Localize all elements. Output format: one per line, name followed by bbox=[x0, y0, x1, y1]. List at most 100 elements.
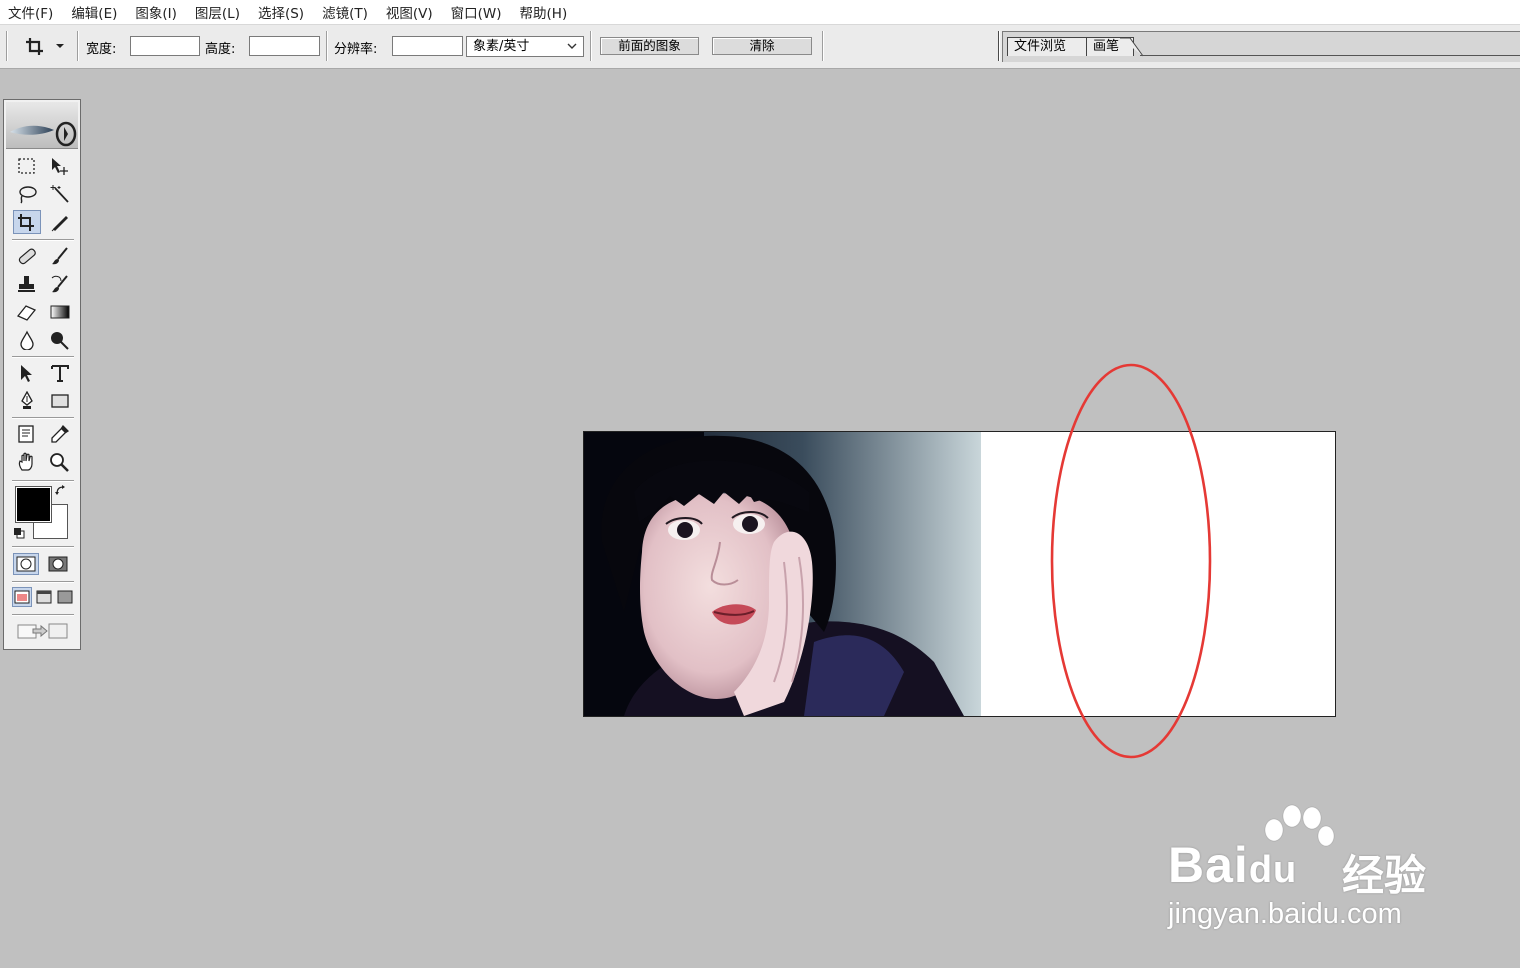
adobe-online-icon bbox=[10, 121, 77, 147]
magic-wand-tool[interactable] bbox=[46, 182, 74, 206]
water-drop-icon bbox=[20, 330, 34, 350]
slice-icon bbox=[51, 216, 68, 232]
standard-mode-button[interactable] bbox=[13, 553, 39, 575]
resolution-unit-select[interactable]: 象素/英寸 bbox=[466, 36, 584, 57]
marquee-tool[interactable] bbox=[13, 154, 41, 178]
type-icon bbox=[51, 365, 69, 382]
menu-view[interactable]: 视图(V) bbox=[377, 2, 442, 22]
pen-tool[interactable] bbox=[13, 389, 41, 413]
blur-tool[interactable] bbox=[13, 328, 41, 352]
menu-bar: 文件(F) 编辑(E) 图象(I) 图层(L) 选择(S) 滤镜(T) 视图(V… bbox=[0, 0, 1520, 25]
watermark-brand: Baidu bbox=[1168, 837, 1298, 893]
move-tool[interactable] bbox=[46, 154, 74, 178]
portrait-photo bbox=[584, 432, 981, 716]
lasso-icon bbox=[19, 186, 37, 204]
menu-edit[interactable]: 编辑(E) bbox=[62, 2, 126, 22]
height-label: 高度: bbox=[205, 42, 236, 57]
toolbox-separator bbox=[12, 356, 74, 357]
tab-slant-edge bbox=[1120, 37, 1144, 57]
dodge-tool[interactable] bbox=[46, 328, 74, 352]
chevron-down-icon bbox=[566, 39, 578, 59]
rectangular-marquee-icon bbox=[18, 158, 35, 174]
toolbox-separator bbox=[12, 239, 74, 240]
brush-icon bbox=[52, 247, 68, 265]
magnifier-icon bbox=[50, 453, 69, 472]
lasso-tool[interactable] bbox=[13, 182, 41, 206]
eraser-icon bbox=[16, 305, 37, 321]
menu-help[interactable]: 帮助(H) bbox=[511, 2, 577, 22]
arrow-cursor-icon bbox=[21, 365, 32, 382]
brush-tool[interactable] bbox=[46, 244, 74, 268]
magic-wand-icon bbox=[50, 185, 69, 203]
paw-logo-icon bbox=[1264, 804, 1335, 847]
stamp-icon bbox=[18, 276, 35, 292]
eyedropper-icon bbox=[51, 424, 70, 443]
canvas-photo bbox=[584, 432, 981, 716]
width-label: 宽度: bbox=[86, 42, 117, 57]
swap-colors-icon[interactable] bbox=[54, 484, 68, 498]
standard-mode-icon bbox=[16, 556, 36, 572]
clone-stamp-tool[interactable] bbox=[13, 272, 41, 296]
tool-preset-picker[interactable] bbox=[24, 34, 68, 58]
gradient-tool[interactable] bbox=[46, 300, 74, 324]
document-canvas[interactable] bbox=[583, 431, 1336, 717]
resolution-unit-value: 象素/英寸 bbox=[473, 39, 530, 54]
type-tool[interactable] bbox=[46, 361, 74, 385]
bandage-icon bbox=[18, 248, 36, 265]
clear-button[interactable]: 清除 bbox=[712, 37, 812, 55]
rectangle-shape-icon bbox=[51, 394, 69, 408]
dodge-icon bbox=[51, 332, 69, 350]
eraser-tool[interactable] bbox=[13, 300, 41, 324]
menu-window[interactable]: 窗口(W) bbox=[442, 2, 511, 22]
screen-mode-fullscreen[interactable] bbox=[55, 587, 75, 607]
menu-image[interactable]: 图象(I) bbox=[126, 2, 186, 22]
standard-window-icon bbox=[14, 590, 30, 604]
height-field[interactable] bbox=[249, 36, 320, 56]
toolbox bbox=[3, 99, 81, 650]
toolbox-separator bbox=[12, 417, 74, 418]
slice-tool[interactable] bbox=[46, 210, 74, 234]
hand-icon bbox=[18, 452, 33, 471]
screen-mode-standard[interactable] bbox=[12, 587, 32, 607]
toolbox-header[interactable] bbox=[6, 102, 78, 149]
options-separator bbox=[77, 31, 78, 61]
screen-mode-fullscreen-menu[interactable] bbox=[34, 587, 54, 607]
foreground-color-swatch[interactable] bbox=[15, 486, 52, 523]
zoom-tool[interactable] bbox=[46, 450, 74, 474]
note-icon bbox=[18, 425, 34, 443]
history-brush-icon bbox=[51, 275, 68, 293]
menu-layer[interactable]: 图层(L) bbox=[186, 2, 249, 22]
resolution-label: 分辨率: bbox=[334, 42, 378, 57]
shape-tool[interactable] bbox=[46, 389, 74, 413]
hand-tool[interactable] bbox=[13, 450, 41, 474]
options-grip[interactable] bbox=[6, 31, 7, 61]
resolution-field[interactable] bbox=[392, 36, 463, 56]
path-selection-tool[interactable] bbox=[13, 361, 41, 385]
options-bar: 宽度: 高度: 分辨率: 象素/英寸 前面的图象 清除 文件浏览 画笔 bbox=[0, 25, 1520, 69]
menu-filter[interactable]: 滤镜(T) bbox=[313, 2, 377, 22]
width-field[interactable] bbox=[130, 36, 200, 56]
toolbox-separator bbox=[12, 480, 74, 481]
jump-to-imageready-button[interactable] bbox=[14, 619, 72, 643]
crop-tool[interactable] bbox=[13, 210, 41, 234]
front-image-button[interactable]: 前面的图象 bbox=[600, 37, 699, 55]
menu-select[interactable]: 选择(S) bbox=[249, 2, 313, 22]
palette-well-baseline bbox=[1140, 55, 1520, 56]
quick-mask-button[interactable] bbox=[45, 553, 71, 575]
history-brush-tool[interactable] bbox=[46, 272, 74, 296]
eyedropper-tool[interactable] bbox=[46, 422, 74, 446]
watermark-url: jingyan.baidu.com bbox=[1168, 898, 1402, 930]
move-icon bbox=[52, 158, 68, 175]
gradient-icon bbox=[50, 305, 70, 319]
tab-file-browser[interactable]: 文件浏览 bbox=[1007, 37, 1087, 56]
toolbox-separator bbox=[12, 546, 74, 547]
menu-file[interactable]: 文件(F) bbox=[0, 2, 62, 22]
notes-tool[interactable] bbox=[13, 422, 41, 446]
toolbox-separator bbox=[12, 614, 74, 615]
options-separator bbox=[326, 31, 327, 61]
healing-brush-tool[interactable] bbox=[13, 244, 41, 268]
toolbox-separator bbox=[12, 581, 74, 582]
pen-icon bbox=[21, 391, 33, 409]
default-colors-icon[interactable] bbox=[13, 527, 27, 541]
fullscreen-icon bbox=[57, 590, 73, 604]
